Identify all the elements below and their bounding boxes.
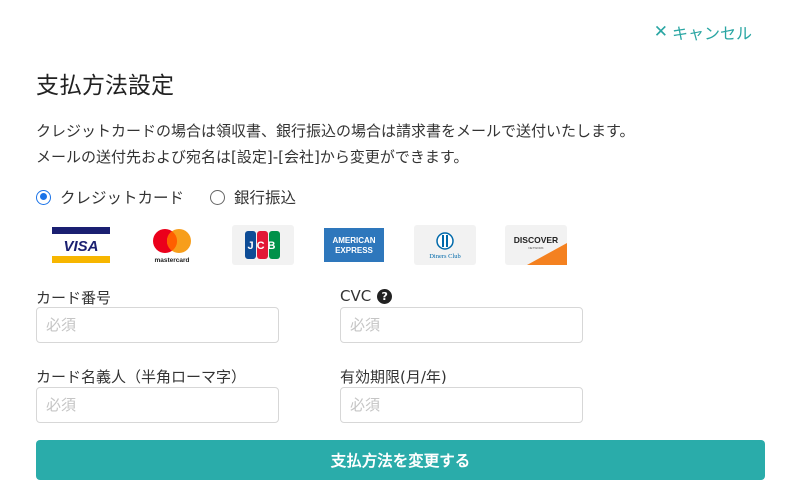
visa-logo: VISA: [50, 225, 112, 265]
question-circle-icon[interactable]: ?: [377, 288, 393, 304]
card-brand-logos: VISA mastercard JCB AMERICAN EXPRESS Din…: [50, 225, 567, 265]
discover-logo-text: DISCOVER: [514, 235, 558, 245]
cvc-label: CVC ?: [340, 287, 393, 305]
cancel-link[interactable]: ✕ キャンセル: [654, 20, 752, 44]
jcb-logo-text: JCB: [247, 240, 278, 252]
card-holder-label-text: カード名義人（半角ローマ字）: [36, 368, 247, 386]
amex-logo-text-1: AMERICAN: [332, 236, 375, 245]
expiry-input[interactable]: [340, 387, 583, 423]
cvc-input[interactable]: [340, 307, 583, 343]
expiry-label-text: 有効期限(月/年): [340, 368, 447, 386]
description: クレジットカードの場合は領収書、銀行振込の場合は請求書をメールで送付いたします。…: [36, 118, 635, 170]
change-payment-method-button[interactable]: 支払方法を変更する: [36, 440, 765, 480]
radio-bank-transfer[interactable]: 銀行振込: [210, 186, 296, 208]
description-line-2: メールの送付先および宛名は[設定]-[会社]から変更ができます。: [36, 148, 469, 166]
card-number-label-text: カード番号: [36, 289, 112, 307]
discover-logo: DISCOVER NETWORK: [505, 225, 567, 265]
card-holder-label: カード名義人（半角ローマ字）: [36, 366, 246, 387]
card-holder-input[interactable]: [36, 387, 279, 423]
jcb-logo: JCB: [232, 225, 294, 265]
mastercard-logo: mastercard: [141, 225, 203, 265]
card-number-label: カード番号: [36, 287, 111, 308]
cancel-label: キャンセル: [671, 24, 752, 43]
amex-logo: AMERICAN EXPRESS: [323, 225, 385, 265]
radio-button-checked[interactable]: [36, 189, 51, 205]
radio-button-unchecked[interactable]: [210, 189, 226, 205]
close-icon: ✕: [653, 22, 668, 42]
page-title: 支払方法設定: [36, 73, 174, 99]
radio-credit-card-label: クレジットカード: [60, 189, 185, 207]
cvc-label-text: CVC: [340, 287, 372, 305]
diners-logo: Diners Club: [414, 225, 476, 265]
amex-logo-text-2: EXPRESS: [335, 246, 373, 255]
expiry-label: 有効期限(月/年): [340, 366, 447, 387]
radio-bank-transfer-label: 銀行振込: [234, 189, 297, 207]
payment-method-group: クレジットカード 銀行振込: [36, 186, 322, 208]
description-line-1: クレジットカードの場合は領収書、銀行振込の場合は請求書をメールで送付いたします。: [36, 122, 635, 140]
mastercard-logo-text: mastercard: [154, 257, 189, 264]
card-number-input[interactable]: [36, 307, 279, 343]
radio-credit-card[interactable]: クレジットカード: [36, 186, 184, 208]
discover-logo-subtext: NETWORK: [528, 246, 543, 250]
visa-logo-text: VISA: [63, 238, 98, 255]
diners-logo-text: Diners Club: [429, 253, 461, 260]
